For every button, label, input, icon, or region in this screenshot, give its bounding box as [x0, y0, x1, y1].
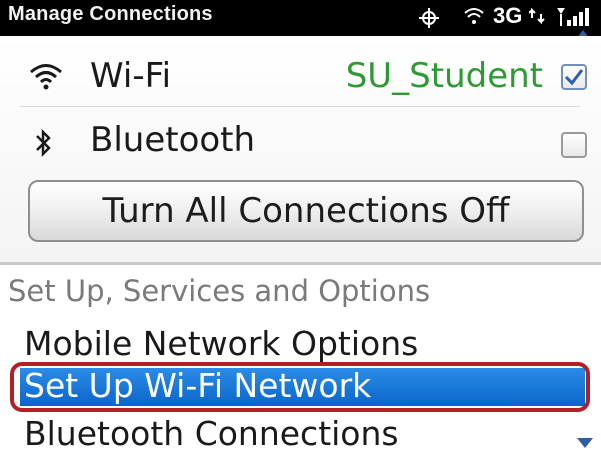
window-title: Manage Connections — [8, 3, 213, 25]
selection-outline — [10, 362, 590, 412]
network-3g-icon: 3G — [493, 3, 523, 28]
list-item-label: Bluetooth Connections — [24, 414, 399, 453]
wifi-checkbox[interactable] — [561, 64, 587, 90]
status-bar: Manage Connections 3G — [0, 0, 601, 36]
list-item-label: Mobile Network Options — [24, 324, 419, 363]
signal-strength-icon — [557, 8, 589, 26]
data-arrows-icon — [529, 8, 545, 24]
scroll-down-indicator[interactable] — [577, 438, 593, 448]
row-divider — [20, 106, 580, 107]
section-header: Set Up, Services and Options — [8, 274, 431, 308]
wifi-connection-row[interactable]: Wi-Fi SU_Student — [0, 44, 601, 108]
wifi-icon — [30, 64, 62, 90]
wifi-status-icon — [464, 8, 484, 24]
bluetooth-connection-row[interactable]: Bluetooth — [0, 108, 601, 172]
bluetooth-checkbox[interactable] — [561, 132, 587, 158]
wifi-label: Wi-Fi — [90, 56, 172, 96]
bluetooth-icon — [36, 128, 51, 158]
turn-all-connections-off-button[interactable]: Turn All Connections Off — [28, 180, 584, 242]
wifi-network-name: SU_Student — [345, 56, 543, 96]
section-divider — [0, 262, 601, 265]
bluetooth-connections-item[interactable]: Bluetooth Connections — [0, 414, 601, 464]
checkmark-icon — [564, 69, 584, 86]
bluetooth-label: Bluetooth — [90, 120, 256, 160]
gps-icon — [419, 8, 439, 28]
